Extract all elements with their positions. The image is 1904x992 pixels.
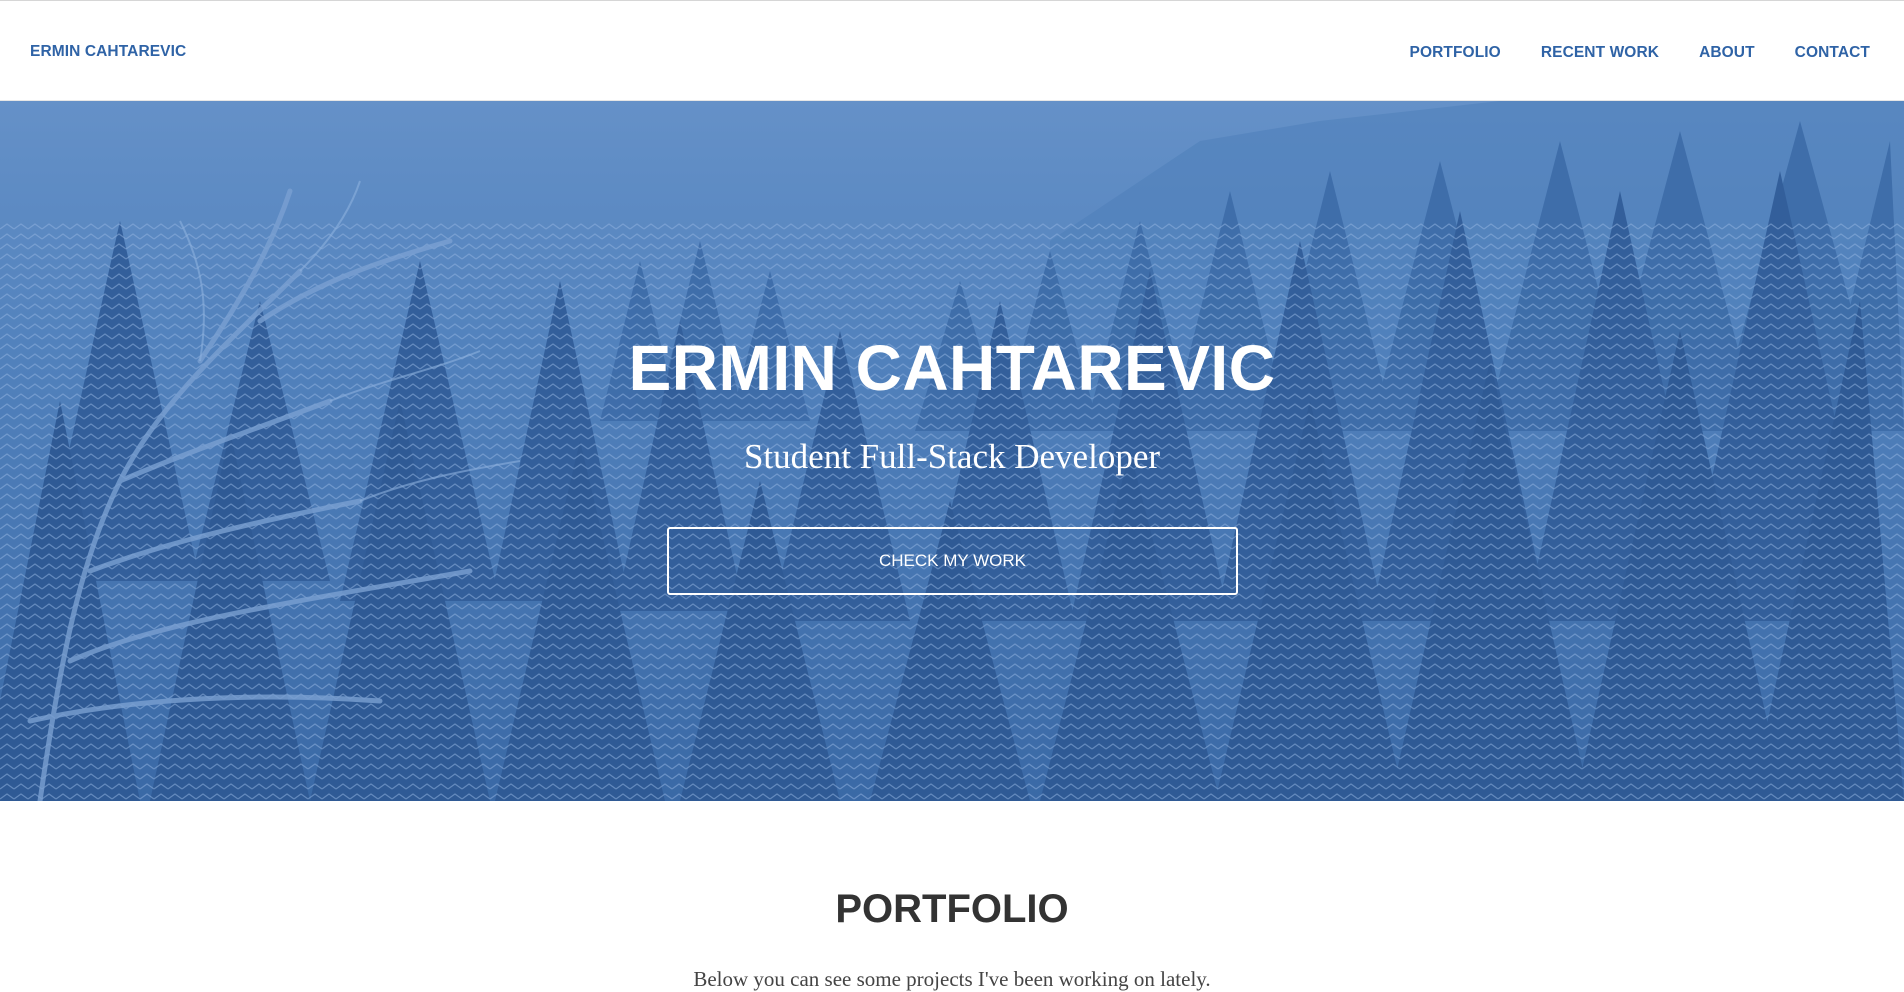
portfolio-intro-text: Below you can see some projects I've bee… [693,967,1211,991]
nav-links: PORTFOLIO RECENT WORK ABOUT CONTACT [1410,44,1870,62]
portfolio-heading: PORTFOLIO [835,887,1069,931]
hero-section: ERMIN CAHTAREVIC Student Full-Stack Deve… [0,101,1904,801]
nav-link-contact[interactable]: CONTACT [1795,44,1870,62]
portfolio-section: PORTFOLIO Below you can see some project… [0,801,1904,991]
nav-link-portfolio[interactable]: PORTFOLIO [1410,44,1501,62]
hero-subtitle: Student Full-Stack Developer [743,437,1161,476]
nav-link-recent-work[interactable]: RECENT WORK [1541,44,1659,62]
navbar: ERMIN CAHTAREVIC PORTFOLIO RECENT WORK A… [0,0,1904,101]
hero-title: ERMIN CAHTAREVIC [628,332,1276,404]
brand-link[interactable]: ERMIN CAHTAREVIC [30,43,186,61]
nav-link-about[interactable]: ABOUT [1699,44,1755,62]
check-my-work-button[interactable]: CHECK MY WORK [667,527,1238,595]
